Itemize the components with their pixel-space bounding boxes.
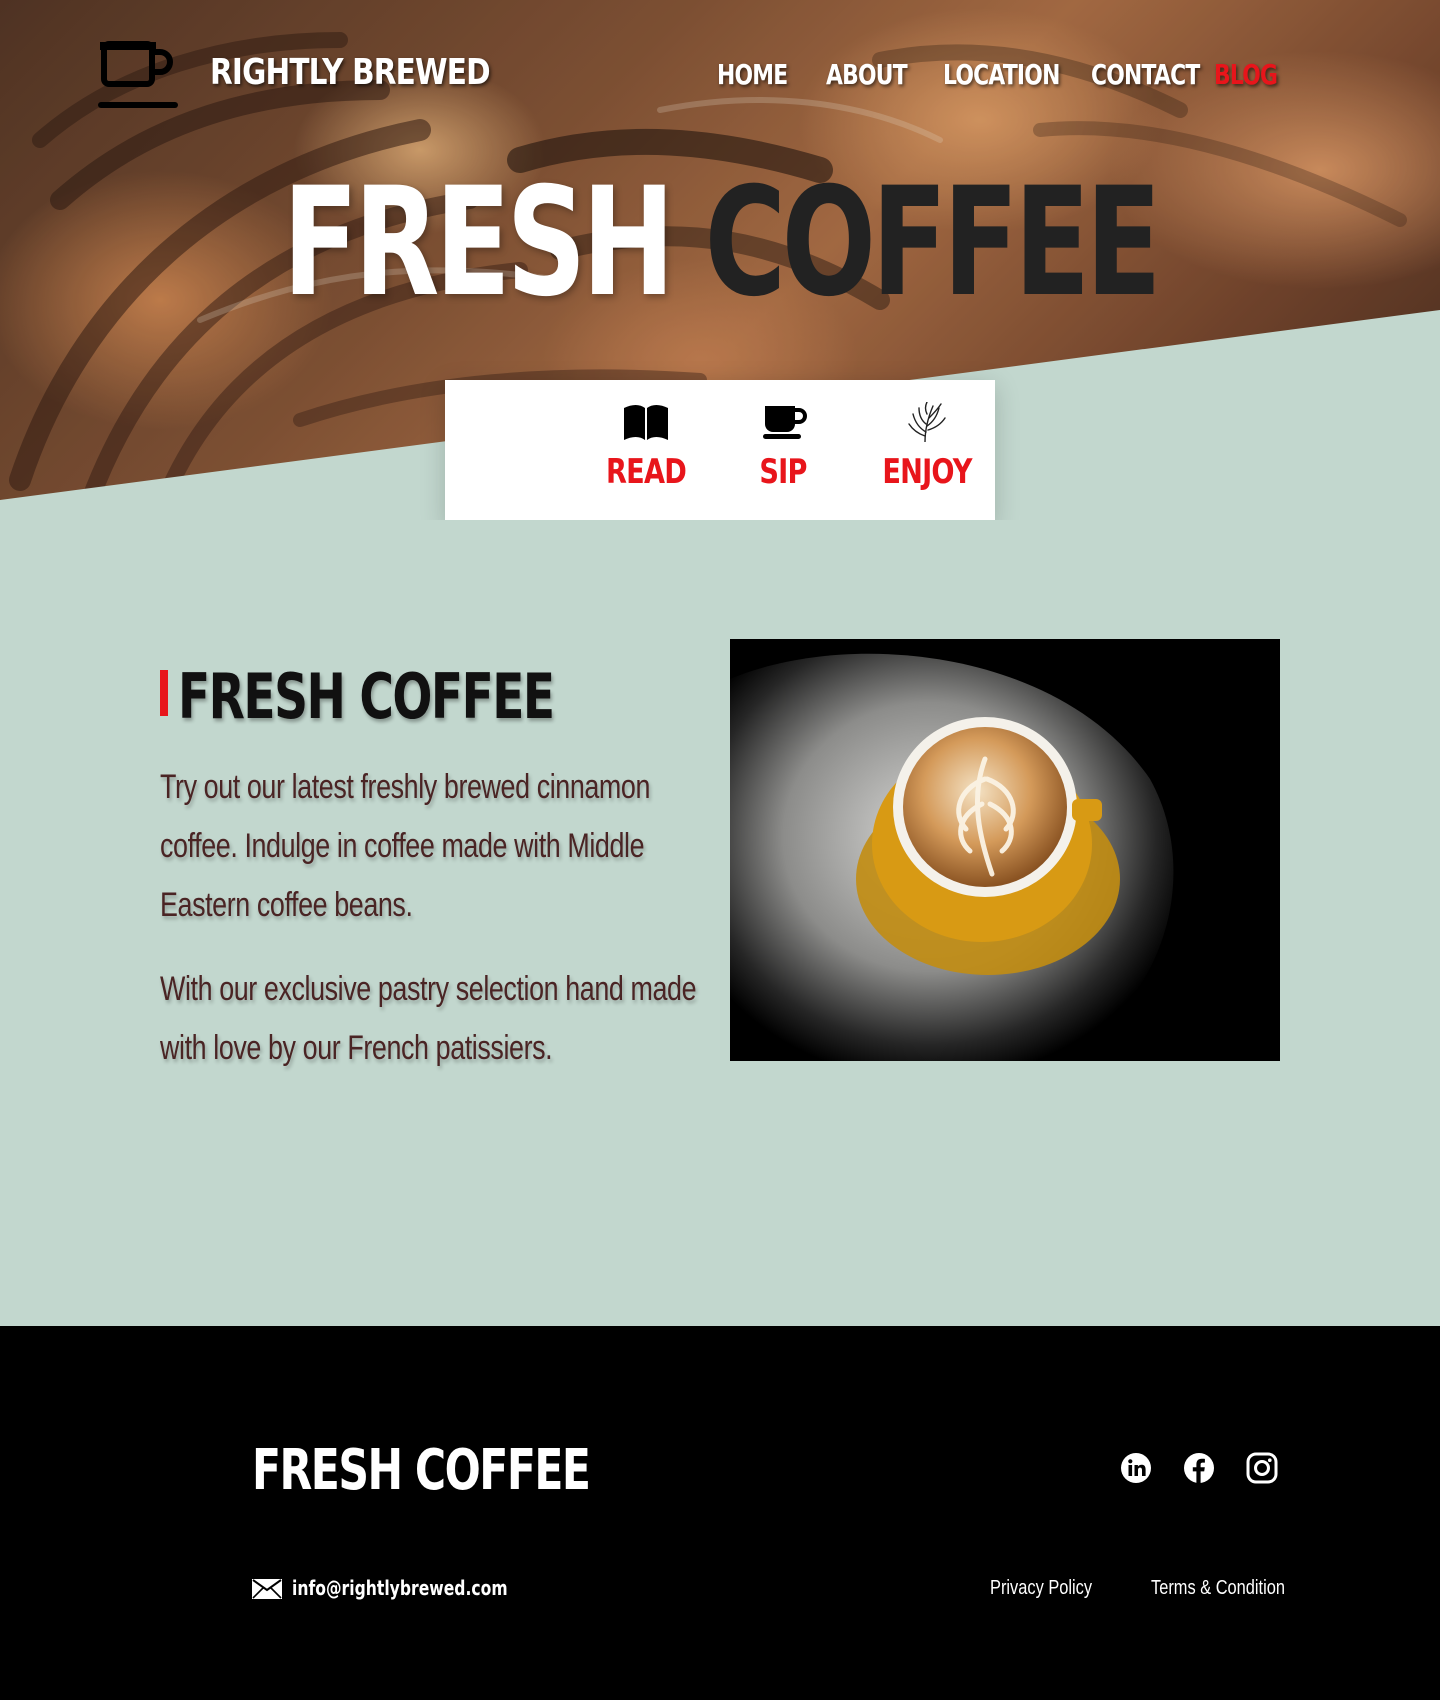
feature-sip-label: SIP bbox=[759, 452, 807, 492]
instagram-icon[interactable] bbox=[1246, 1452, 1278, 1484]
linkedin-icon[interactable] bbox=[1120, 1452, 1152, 1484]
coffee-cup-icon bbox=[763, 406, 807, 439]
feature-enjoy-label: ENJOY bbox=[882, 452, 972, 492]
feature-sip[interactable]: SIP bbox=[713, 402, 853, 492]
footer-title: FRESH COFFEE bbox=[252, 1438, 591, 1503]
main-nav: HOME ABOUT LOCATION CONTACT BLOG bbox=[0, 58, 1440, 98]
nav-contact[interactable]: CONTACT bbox=[1091, 58, 1200, 91]
feature-read-label: READ bbox=[606, 452, 687, 492]
heading-accent-bar bbox=[160, 670, 168, 716]
facebook-icon[interactable] bbox=[1183, 1452, 1215, 1484]
intro-paragraph: Try out our latest freshly brewed cinnam… bbox=[160, 768, 651, 924]
feature-enjoy[interactable]: ENJOY bbox=[857, 402, 997, 492]
page: RIGHTLY BREWED HOME ABOUT LOCATION CONTA… bbox=[0, 0, 1440, 1700]
terms-link[interactable]: Terms & Condition bbox=[1151, 1577, 1285, 1600]
nav-home[interactable]: HOME bbox=[717, 58, 788, 91]
section-heading: FRESH COFFEE bbox=[178, 660, 555, 733]
feature-read[interactable]: READ bbox=[576, 402, 716, 492]
latte-art-photo bbox=[730, 639, 1280, 1061]
latte-cup-image bbox=[730, 639, 1280, 1061]
site-header: RIGHTLY BREWED HOME ABOUT LOCATION CONTA… bbox=[0, 0, 1440, 150]
pastry-paragraph: With our exclusive pastry selection hand… bbox=[160, 970, 697, 1067]
hero-title-word-fresh: FRESH bbox=[282, 156, 675, 330]
contact-email-link[interactable]: info@rightlybrewed.com bbox=[292, 1576, 508, 1600]
nav-blog[interactable]: BLOG bbox=[1214, 58, 1278, 91]
fresh-coffee-section: FRESH COFFEE Try out our latest freshly … bbox=[0, 520, 1440, 1326]
mail-icon bbox=[252, 1579, 282, 1599]
open-book-icon bbox=[624, 405, 668, 440]
site-footer: FRESH COFFEE info@rightlybrewed.com Priv… bbox=[0, 1326, 1440, 1700]
nav-location[interactable]: LOCATION bbox=[943, 58, 1060, 91]
nav-about[interactable]: ABOUT bbox=[826, 58, 908, 91]
privacy-policy-link[interactable]: Privacy Policy bbox=[990, 1577, 1092, 1600]
feature-card: READ SIP ENJOY bbox=[445, 380, 995, 525]
hero-title-word-coffee: COFFEE bbox=[704, 156, 1162, 330]
hero-title: FRESH COFFEE bbox=[0, 168, 1440, 318]
leaf-sprig-icon bbox=[908, 402, 946, 442]
